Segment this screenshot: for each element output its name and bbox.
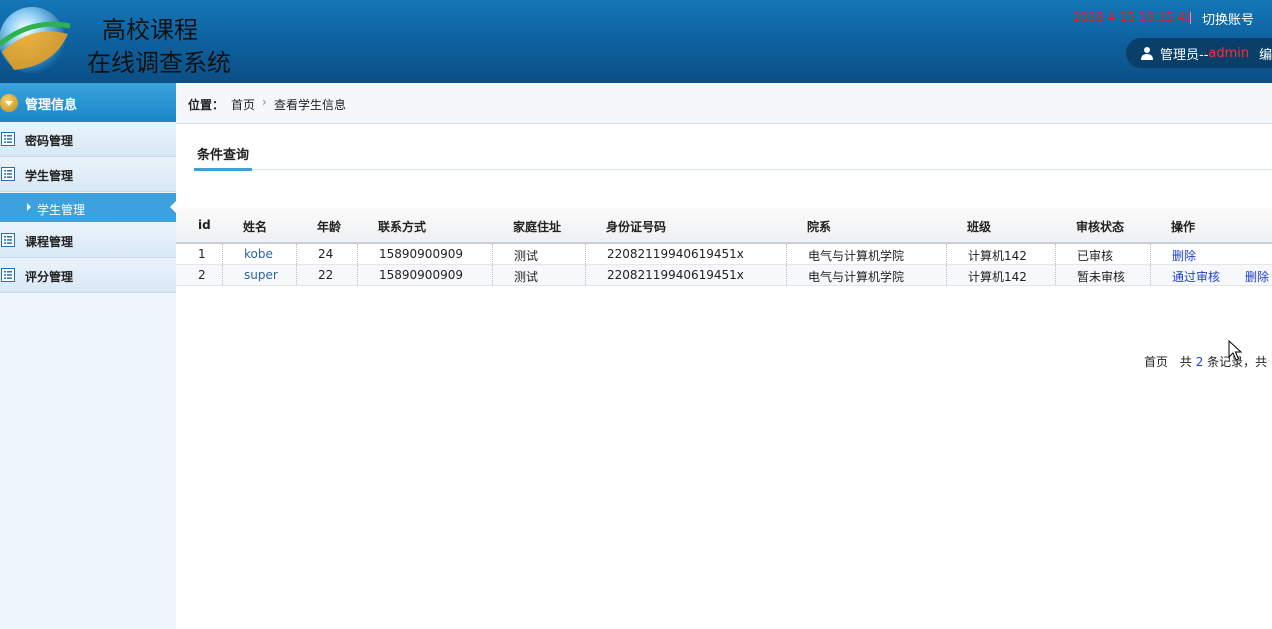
sidebar-item-label: 课程管理 xyxy=(25,235,74,249)
list-icon xyxy=(1,167,15,181)
tab-bar: 条件查询 xyxy=(194,138,1272,171)
column-header-id: id xyxy=(198,218,211,232)
pager-total-count: 2 xyxy=(1195,355,1204,369)
breadcrumb-separator-icon: › xyxy=(262,95,267,109)
pager-total-prefix: 共 xyxy=(1179,355,1192,369)
sidebar-item-students[interactable]: 学生管理 xyxy=(0,157,176,192)
delete-link[interactable]: 删除 xyxy=(1245,268,1269,285)
globe-logo-icon xyxy=(0,7,71,73)
column-header-status: 审核状态 xyxy=(1076,220,1125,234)
cell-status: 暂未审核 xyxy=(1077,270,1126,284)
approve-link[interactable]: 通过审核 xyxy=(1172,268,1220,285)
cell-age: 22 xyxy=(318,268,334,282)
bullet-arrow-icon xyxy=(27,203,31,211)
cell-age: 24 xyxy=(318,247,334,261)
system-title-line1: 高校课程 xyxy=(102,16,198,44)
column-header-class: 班级 xyxy=(967,220,992,234)
cell-id: 2 xyxy=(198,268,206,282)
sidebar: 管理信息 密码管理 学生管理 学生管理 课程管理 评分管理 xyxy=(0,83,176,629)
column-header-name: 姓名 xyxy=(243,220,268,234)
pagination: 首页 共 2 条记录，共 xyxy=(1144,353,1267,370)
user-info-pill: 管理员-- admin 编 xyxy=(1126,38,1272,68)
system-title-line2: 在线调查系统 xyxy=(87,49,231,77)
cell-phone: 15890900909 xyxy=(379,247,463,261)
delete-link[interactable]: 删除 xyxy=(1172,247,1196,264)
sidebar-item-label: 评分管理 xyxy=(25,270,74,284)
sidebar-item-label: 学生管理 xyxy=(25,169,74,183)
column-header-dept: 院系 xyxy=(807,220,832,234)
breadcrumb-current: 查看学生信息 xyxy=(274,98,347,112)
list-icon xyxy=(1,233,15,247)
tab-condition-query[interactable]: 条件查询 xyxy=(194,138,253,171)
cell-phone: 15890900909 xyxy=(379,268,463,282)
sidebar-head[interactable]: 管理信息 xyxy=(0,83,176,122)
breadcrumb-position-label: 位置： xyxy=(188,98,225,112)
pager-first-link[interactable]: 首页 xyxy=(1144,355,1168,369)
cell-name-link[interactable]: kobe xyxy=(244,247,273,261)
list-icon xyxy=(1,132,15,146)
user-extra-link[interactable]: 编 xyxy=(1259,44,1272,63)
column-header-address: 家庭住址 xyxy=(513,220,562,234)
mouse-cursor-icon xyxy=(1228,340,1242,361)
tab-label: 条件查询 xyxy=(197,148,250,163)
cell-class: 计算机142 xyxy=(968,249,1027,263)
expand-arrow-icon xyxy=(0,94,18,112)
cell-class: 计算机142 xyxy=(968,270,1027,284)
cell-idcard: 22082119940619451x xyxy=(607,268,744,282)
cell-address: 测试 xyxy=(514,249,539,263)
student-table: id 姓名 年龄 联系方式 家庭住址 身份证号码 院系 班级 审核状态 操作 1… xyxy=(176,208,1272,286)
cell-dept: 电气与计算机学院 xyxy=(808,270,905,284)
user-icon xyxy=(1141,47,1153,60)
cell-address: 测试 xyxy=(514,270,539,284)
sidebar-item-password[interactable]: 密码管理 xyxy=(0,122,176,157)
sidebar-item-label: 密码管理 xyxy=(25,134,74,148)
sidebar-subitem-student-management[interactable]: 学生管理 xyxy=(0,193,176,222)
column-header-actions: 操作 xyxy=(1171,220,1196,234)
sidebar-head-label: 管理信息 xyxy=(25,98,78,113)
column-header-idcard: 身份证号码 xyxy=(606,220,667,234)
list-icon xyxy=(1,268,15,282)
column-header-age: 年龄 xyxy=(317,220,342,234)
user-name: admin xyxy=(1208,45,1250,61)
column-header-phone: 联系方式 xyxy=(378,220,427,234)
switch-account-link[interactable]: 切换账号 xyxy=(1202,9,1254,28)
datetime-display: 2018-4-15 19:15:41 xyxy=(1073,10,1193,24)
sidebar-subitem-label: 学生管理 xyxy=(37,203,86,217)
user-role-label: 管理员-- xyxy=(1160,47,1209,63)
breadcrumb: 位置： 首页 › 查看学生信息 xyxy=(176,83,1272,124)
top-header: 高校课程 在线调查系统 2018-4-15 19:15:41 切换账号 管理员-… xyxy=(0,0,1272,83)
table-header: id 姓名 年龄 联系方式 家庭住址 身份证号码 院系 班级 审核状态 操作 xyxy=(176,208,1272,244)
cell-status: 已审核 xyxy=(1077,249,1114,263)
cell-idcard: 22082119940619451x xyxy=(607,247,744,261)
header-separator xyxy=(1190,12,1191,24)
table-row: 1 kobe 24 15890900909 测试 220821199406194… xyxy=(176,244,1272,265)
sidebar-item-scores[interactable]: 评分管理 xyxy=(0,258,176,293)
cell-id: 1 xyxy=(198,247,206,261)
sidebar-item-courses[interactable]: 课程管理 xyxy=(0,223,176,258)
breadcrumb-home-link[interactable]: 首页 xyxy=(231,96,255,113)
table-row: 2 super 22 15890900909 测试 22082119940619… xyxy=(176,265,1272,286)
cell-name-link[interactable]: super xyxy=(244,268,278,282)
cell-dept: 电气与计算机学院 xyxy=(808,249,905,263)
